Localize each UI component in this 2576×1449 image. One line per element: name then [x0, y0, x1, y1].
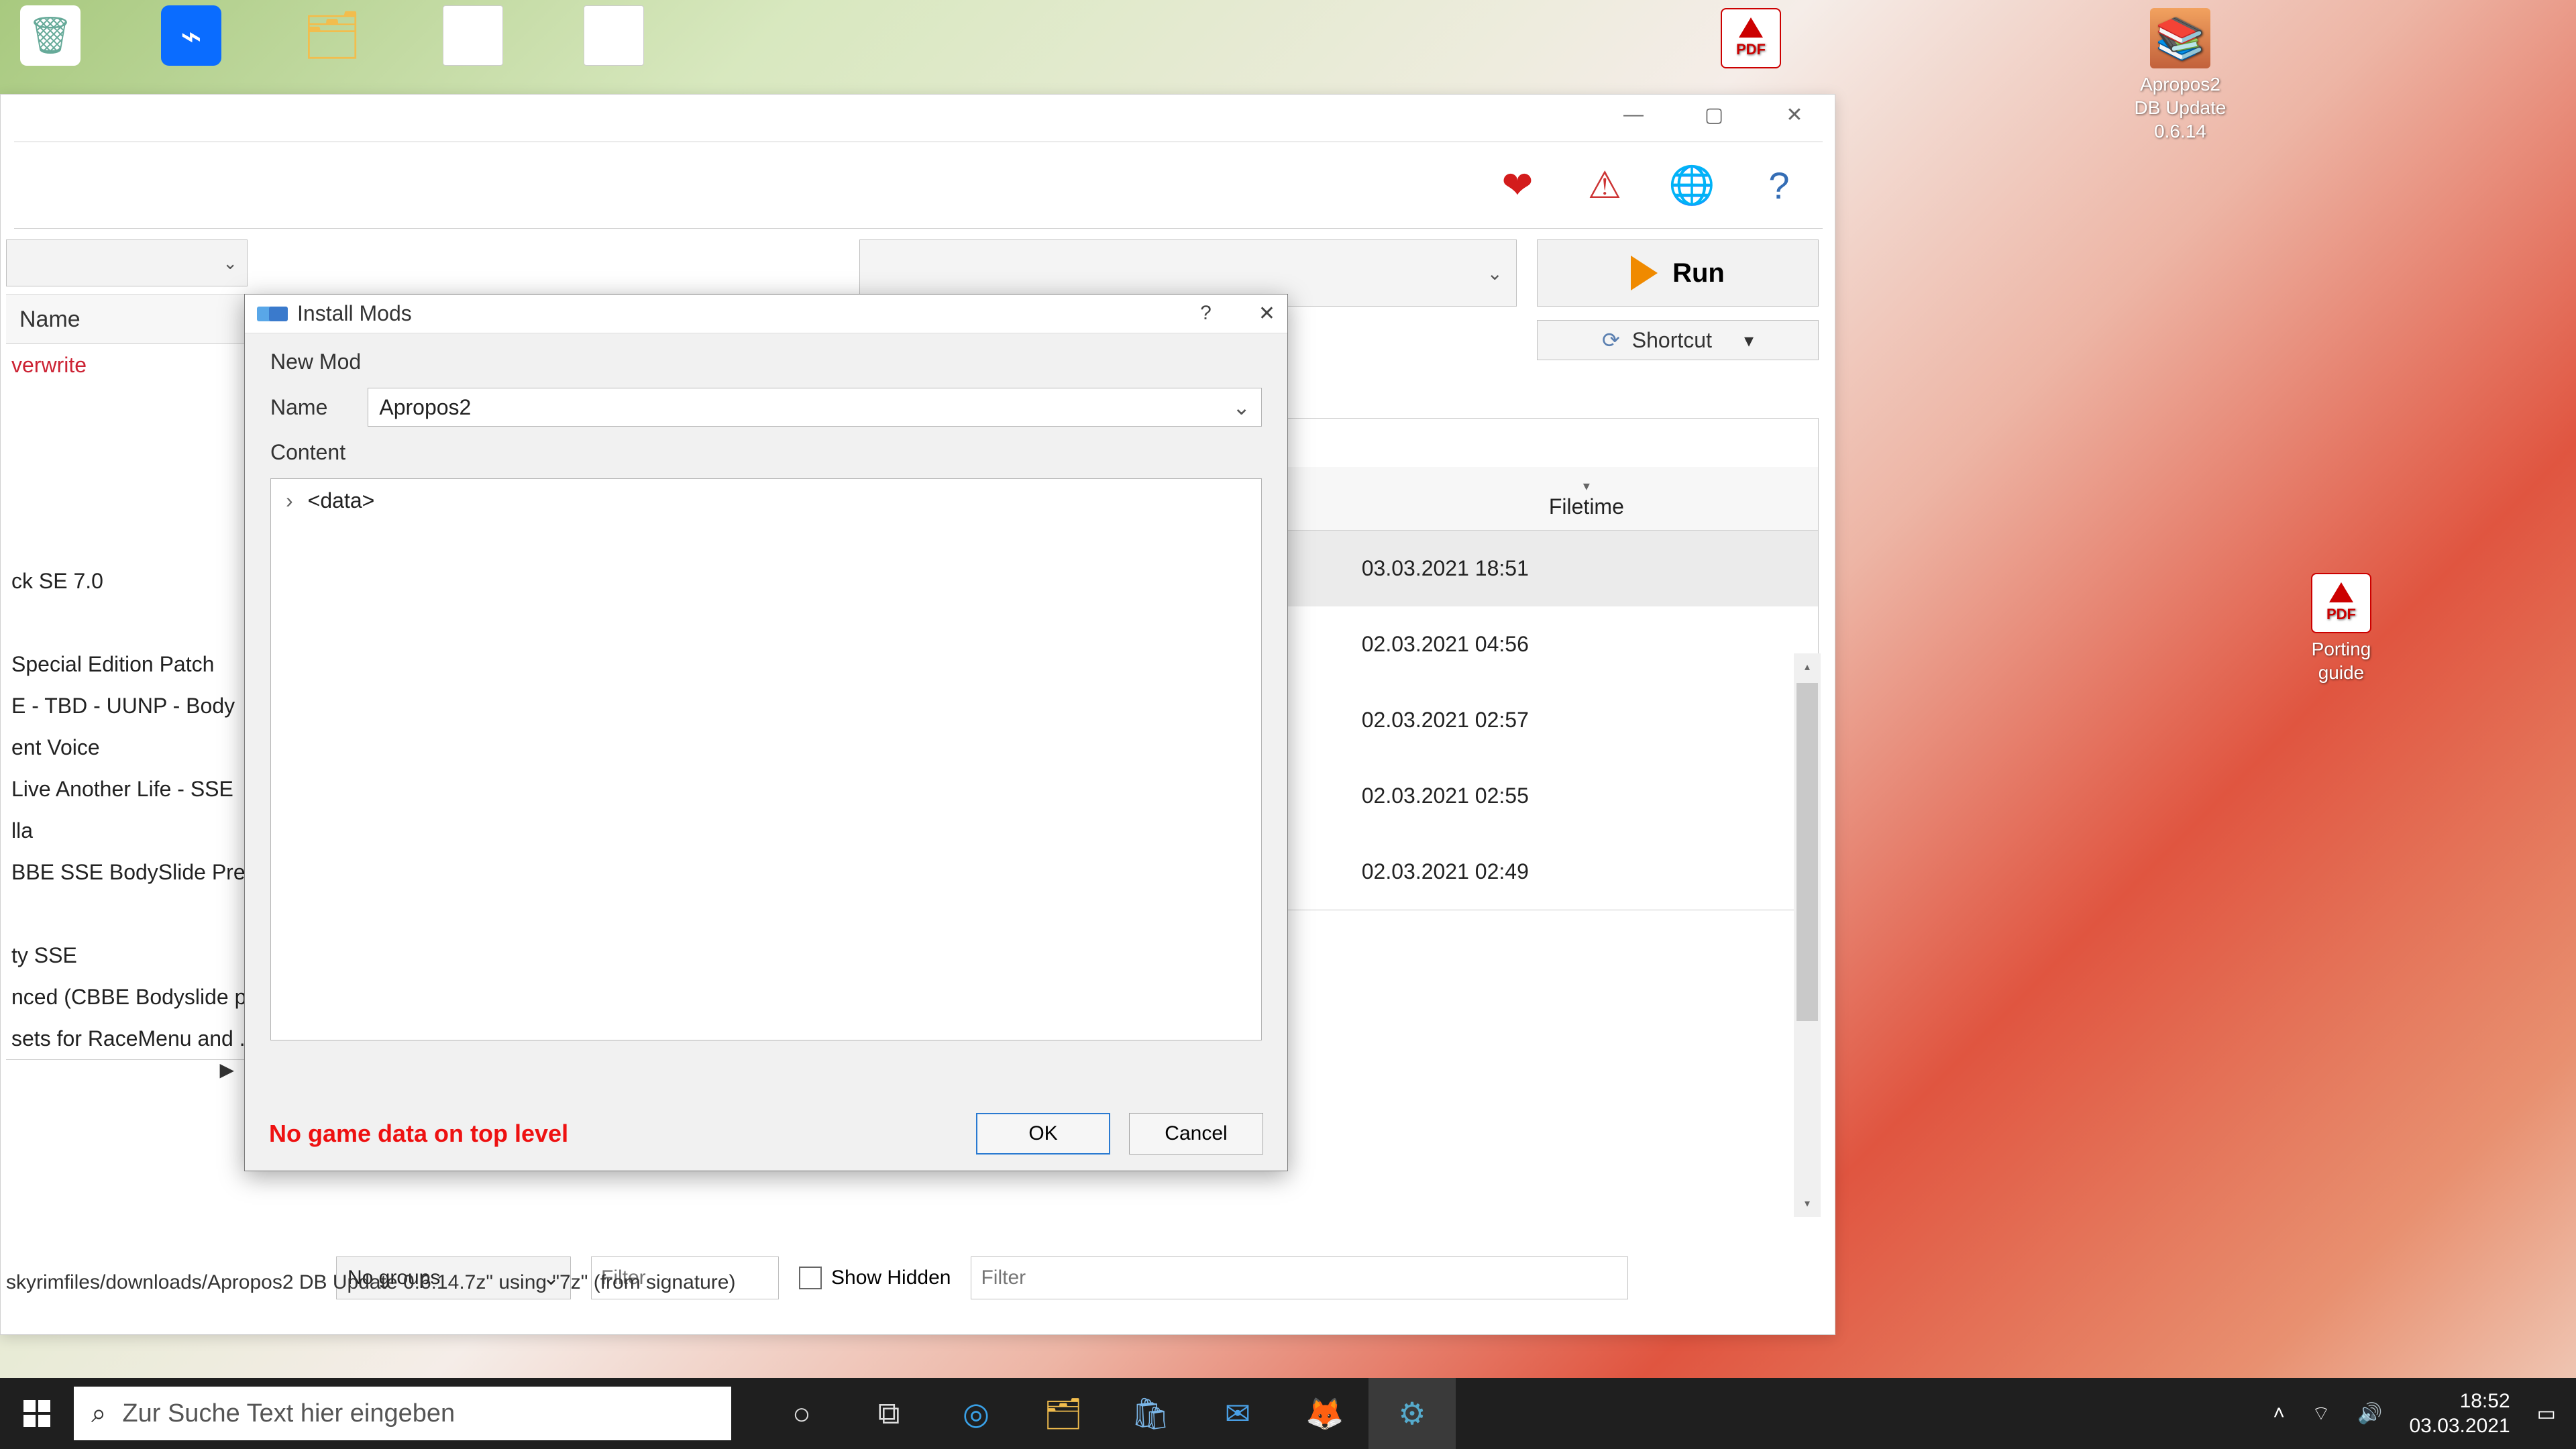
network-icon[interactable]: 🌐 [1662, 155, 1722, 215]
content-tree[interactable]: › <data> [270, 478, 1262, 1040]
tree-node-data[interactable]: › <data> [286, 488, 1246, 513]
cancel-button[interactable]: Cancel [1129, 1113, 1263, 1155]
folder-icon[interactable]: 🗂 [302, 5, 362, 66]
dialog-titlebar: Install Mods ? ✕ [245, 294, 1287, 333]
start-button[interactable] [0, 1378, 74, 1449]
store-icon[interactable]: 🛍 [1107, 1378, 1194, 1449]
warnings-icon[interactable]: ⚠ [1574, 155, 1635, 215]
edge-icon[interactable]: ◎ [932, 1378, 1020, 1449]
profile-dropdown[interactable]: ⌄ [6, 239, 248, 286]
desktop-icon-label: Apropos2 DB Update 0.6.14 [2133, 72, 2227, 143]
chevron-down-icon: ⌄ [1232, 394, 1250, 420]
mod-list-pane: ⌄ Name verwrite ck SE 7.0 Special Edition… [6, 239, 248, 1273]
install-mods-icon [257, 307, 288, 321]
mail-icon[interactable]: ✉ [1194, 1378, 1281, 1449]
window-controls: — ▢ ✕ [1593, 95, 1835, 135]
task-view-icon[interactable]: ⧉ [845, 1378, 932, 1449]
col-filetime[interactable]: ▾Filetime [1355, 467, 1818, 531]
show-hidden-checkbox[interactable]: Show Hidden [799, 1267, 951, 1289]
wifi-icon[interactable]: ⌔ [2312, 1401, 2330, 1426]
mod-row[interactable]: lla [6, 810, 248, 851]
no-game-data-warning: No game data on top level [269, 1120, 568, 1148]
search-placeholder: Zur Suche Text hier eingeben [122, 1399, 455, 1428]
dialog-help-button[interactable]: ? [1200, 302, 1212, 325]
endorse-icon[interactable]: ❤ [1487, 155, 1548, 215]
mod-row[interactable]: BBE SSE BodySlide Prese [6, 851, 248, 893]
new-mod-label: New Mod [270, 350, 1262, 374]
tray-chevron-icon[interactable]: ˄ [2273, 1402, 2285, 1425]
mod-row[interactable] [6, 602, 248, 643]
mod-row[interactable]: Live Another Life - SSE [6, 768, 248, 810]
chevron-right-icon: › [286, 488, 293, 513]
run-button[interactable]: Run [1537, 239, 1819, 307]
overwrite-row[interactable]: verwrite [6, 344, 248, 386]
mod-list-header-name[interactable]: Name [6, 294, 248, 344]
desktop-icon-pdf-1[interactable]: PDF [1704, 8, 1798, 72]
system-tray: ˄ ⌔ 🔊 18:52 03.03.2021 ▭ [2273, 1389, 2576, 1439]
mod-name-input[interactable]: Apropos2 ⌄ [368, 388, 1262, 427]
mo2-toolbar: ❤ ⚠ 🌐 ? [14, 142, 1823, 229]
content-label: Content [270, 440, 1262, 465]
document-icon-1[interactable] [443, 5, 503, 66]
mod-row[interactable]: nced (CBBE Bodyslide p [6, 976, 248, 1018]
install-mods-dialog: Install Mods ? ✕ New Mod Name Apropos2 ⌄… [244, 294, 1288, 1171]
bluetooth-icon[interactable]: ⌁ [161, 5, 221, 66]
clock[interactable]: 18:52 03.03.2021 [2409, 1389, 2510, 1439]
scroll-thumb[interactable] [1796, 683, 1818, 1021]
dialog-close-button[interactable]: ✕ [1258, 302, 1275, 325]
download-filter-input[interactable] [971, 1256, 1628, 1299]
mod-row[interactable]: ty SSE [6, 934, 248, 976]
help-icon[interactable]: ? [1749, 155, 1809, 215]
shortcut-button[interactable]: ⟳ Shortcut ▾ [1537, 320, 1819, 360]
taskbar-search[interactable]: ⌕ Zur Suche Text hier eingeben [74, 1387, 731, 1440]
mod-row[interactable]: ent Voice [6, 727, 248, 768]
maximize-button[interactable]: ▢ [1674, 95, 1754, 135]
notifications-icon[interactable]: ▭ [2537, 1402, 2556, 1426]
explorer-icon[interactable]: 🗂 [1020, 1378, 1107, 1449]
status-bar: skyrimfiles/downloads/Apropos2 DB Update… [6, 1271, 735, 1294]
desktop-quick-icons: 🗑 ⌁ 🗂 [20, 5, 644, 66]
mod-row[interactable] [6, 893, 248, 934]
close-button[interactable]: ✕ [1754, 95, 1835, 135]
ok-button[interactable]: OK [976, 1113, 1110, 1155]
taskbar: ⌕ Zur Suche Text hier eingeben ○ ⧉ ◎ 🗂 🛍… [0, 1378, 2576, 1449]
dialog-title: Install Mods [297, 301, 412, 326]
minimize-button[interactable]: — [1593, 95, 1674, 135]
desktop-icon-apropos-rar[interactable]: 📚 Apropos2 DB Update 0.6.14 [2133, 8, 2227, 143]
play-icon [1631, 256, 1658, 290]
mod-row[interactable]: Special Edition Patch [6, 643, 248, 685]
document-icon-2[interactable] [584, 5, 644, 66]
mod-row[interactable]: sets for RaceMenu and ... [6, 1018, 248, 1059]
mod-row[interactable]: E - TBD - UUNP - Body [6, 685, 248, 727]
chevron-down-icon: ▾ [1744, 329, 1754, 352]
horizontal-scroll-right[interactable]: ▶ [6, 1059, 248, 1079]
scroll-down-icon[interactable]: ▾ [1794, 1190, 1821, 1217]
volume-icon[interactable]: 🔊 [2357, 1402, 2382, 1426]
firefox-icon[interactable]: 🦊 [1281, 1378, 1368, 1449]
search-icon: ⌕ [91, 1399, 106, 1429]
scroll-up-icon[interactable]: ▴ [1794, 653, 1821, 680]
cortana-icon[interactable]: ○ [758, 1378, 845, 1449]
name-label: Name [270, 395, 327, 420]
desktop-icon-porting-guide[interactable]: PDF Porting guide [2294, 573, 2388, 684]
mod-row[interactable]: ck SE 7.0 [6, 560, 248, 602]
mo2-taskbar-icon[interactable]: ⚙ [1368, 1378, 1456, 1449]
task-icons: ○ ⧉ ◎ 🗂 🛍 ✉ 🦊 ⚙ [758, 1378, 1456, 1449]
shortcut-icon: ⟳ [1602, 327, 1620, 353]
downloads-scrollbar[interactable]: ▴ ▾ [1794, 653, 1821, 1217]
recycle-bin-icon[interactable]: 🗑 [20, 5, 80, 66]
desktop-icon-label: Porting guide [2294, 637, 2388, 684]
